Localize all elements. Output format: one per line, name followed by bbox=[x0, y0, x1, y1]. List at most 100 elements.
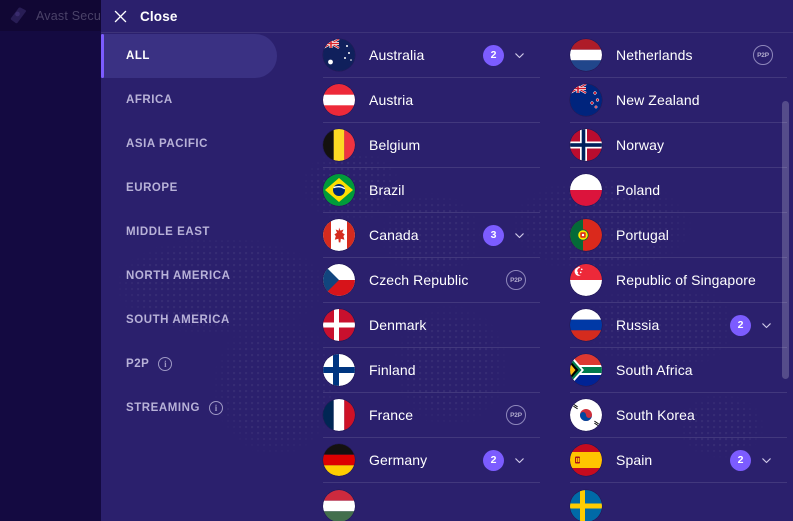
flag-fi-icon bbox=[323, 354, 355, 386]
flag-pl-icon bbox=[570, 174, 602, 206]
country-name: Netherlands bbox=[616, 47, 693, 63]
country-name: Belgium bbox=[369, 137, 421, 153]
chevron-down-icon[interactable] bbox=[513, 229, 526, 242]
server-count-badge: 2 bbox=[483, 449, 504, 471]
flag-de-icon bbox=[323, 444, 355, 476]
country-row[interactable]: Germany 2 bbox=[323, 438, 540, 483]
country-row[interactable]: Austria bbox=[323, 78, 540, 123]
country-row[interactable]: Finland bbox=[323, 348, 540, 393]
flag-sg-icon bbox=[570, 264, 602, 296]
country-row[interactable]: Netherlands P2P bbox=[570, 33, 787, 78]
sidebar-item-label: STREAMING bbox=[126, 402, 200, 414]
country-name: Canada bbox=[369, 227, 419, 243]
scrollbar-thumb[interactable] bbox=[782, 101, 789, 380]
sidebar-item-africa[interactable]: AFRICA bbox=[101, 78, 302, 122]
sidebar-item-north-america[interactable]: NORTH AMERICA bbox=[101, 254, 302, 298]
country-name: Brazil bbox=[369, 182, 405, 198]
flag-es-icon bbox=[570, 444, 602, 476]
country-row[interactable]: South Africa bbox=[570, 348, 787, 393]
flag-at-icon bbox=[323, 84, 355, 116]
country-row[interactable]: Canada 3 bbox=[323, 213, 540, 258]
country-name: Denmark bbox=[369, 317, 427, 333]
chevron-down-icon[interactable] bbox=[760, 454, 773, 467]
country-row[interactable]: Czech Republic P2P bbox=[323, 258, 540, 303]
country-row-actions: P2P bbox=[506, 405, 540, 425]
country-name: Finland bbox=[369, 362, 416, 378]
country-name: France bbox=[369, 407, 414, 423]
close-label: Close bbox=[140, 8, 178, 24]
flag-za-icon bbox=[570, 354, 602, 386]
country-row[interactable]: Portugal bbox=[570, 213, 787, 258]
country-column-1: Australia 2 Austria Belgium Brazil Canada 3 Cze… bbox=[310, 33, 540, 521]
flag-nl-icon bbox=[570, 39, 602, 71]
p2p-badge: P2P bbox=[506, 405, 526, 425]
country-row[interactable]: France P2P bbox=[323, 393, 540, 438]
info-icon[interactable]: i bbox=[158, 357, 173, 371]
country-row[interactable]: Poland bbox=[570, 168, 787, 213]
country-name: Germany bbox=[369, 452, 428, 468]
scrollbar-track[interactable] bbox=[778, 33, 793, 521]
sidebar-item-middle-east[interactable]: MIDDLE EAST bbox=[101, 210, 302, 254]
sidebar-item-p2p[interactable]: P2P i bbox=[101, 342, 302, 386]
sidebar-item-south-america[interactable]: SOUTH AMERICA bbox=[101, 298, 302, 342]
chevron-down-icon[interactable] bbox=[513, 49, 526, 62]
sidebar-item-label: MIDDLE EAST bbox=[126, 226, 210, 238]
country-row[interactable]: South Korea bbox=[570, 393, 787, 438]
sidebar-item-label: P2P bbox=[126, 358, 150, 370]
flag-ru-icon bbox=[570, 309, 602, 341]
country-row[interactable]: Russia 2 bbox=[570, 303, 787, 348]
p2p-badge: P2P bbox=[753, 45, 773, 65]
country-row[interactable]: Norway bbox=[570, 123, 787, 168]
chevron-down-icon[interactable] bbox=[760, 319, 773, 332]
country-name: Republic of Singapore bbox=[616, 272, 756, 288]
sidebar-item-all[interactable]: ALL bbox=[101, 34, 277, 78]
country-name: South Korea bbox=[616, 407, 695, 423]
country-name: Norway bbox=[616, 137, 665, 153]
country-name: Australia bbox=[369, 47, 425, 63]
sidebar-item-asia-pacific[interactable]: ASIA PACIFIC bbox=[101, 122, 302, 166]
panel-header: Close bbox=[101, 0, 793, 33]
sidebar-item-label: EUROPE bbox=[126, 182, 178, 194]
location-picker-panel: Close ALL AFRICA ASIA PACIFIC EUROPE MIDDLE … bbox=[101, 0, 793, 521]
country-name: Austria bbox=[369, 92, 414, 108]
info-icon[interactable]: i bbox=[208, 401, 223, 415]
flag-ca-icon bbox=[323, 219, 355, 251]
country-name: Spain bbox=[616, 452, 653, 468]
country-row[interactable] bbox=[570, 483, 787, 521]
sidebar-item-streaming[interactable]: STREAMING i bbox=[101, 386, 302, 430]
country-row[interactable]: Republic of Singapore bbox=[570, 258, 787, 303]
app-root: Avast Secur Close ALL AFRICA ASIA PACIFIC E… bbox=[0, 0, 793, 521]
country-name: Portugal bbox=[616, 227, 669, 243]
country-row[interactable]: Brazil bbox=[323, 168, 540, 213]
flag-dk-icon bbox=[323, 309, 355, 341]
country-row[interactable]: Spain 2 bbox=[570, 438, 787, 483]
country-name: Poland bbox=[616, 182, 661, 198]
country-column-2: Netherlands P2P New Zealand Norway Poland Por… bbox=[557, 33, 787, 521]
flag-fr-icon bbox=[323, 399, 355, 431]
close-button[interactable]: Close bbox=[114, 9, 178, 24]
server-count-badge: 3 bbox=[483, 224, 504, 246]
country-row[interactable]: New Zealand bbox=[570, 78, 787, 123]
flag-cz-icon bbox=[323, 264, 355, 296]
country-row-actions: P2P bbox=[506, 270, 540, 290]
flag-br-icon bbox=[323, 174, 355, 206]
flag-be-icon bbox=[323, 129, 355, 161]
country-name: Russia bbox=[616, 317, 660, 333]
host-window-title: Avast Secur bbox=[36, 8, 106, 23]
country-name: New Zealand bbox=[616, 92, 700, 108]
country-row[interactable]: Denmark bbox=[323, 303, 540, 348]
server-count-badge: 2 bbox=[730, 314, 751, 336]
country-name: Czech Republic bbox=[369, 272, 469, 288]
sidebar-item-europe[interactable]: EUROPE bbox=[101, 166, 302, 210]
country-row-actions: 3 bbox=[483, 224, 540, 246]
server-count-badge: 2 bbox=[730, 449, 751, 471]
country-row[interactable] bbox=[323, 483, 540, 521]
sidebar-item-label: ALL bbox=[126, 50, 151, 62]
close-icon bbox=[114, 10, 127, 23]
country-name: South Africa bbox=[616, 362, 693, 378]
flag-au-icon bbox=[323, 39, 355, 71]
country-row[interactable]: Belgium bbox=[323, 123, 540, 168]
chevron-down-icon[interactable] bbox=[513, 454, 526, 467]
avast-logo-icon bbox=[10, 7, 28, 25]
country-row[interactable]: Australia 2 bbox=[323, 33, 540, 78]
